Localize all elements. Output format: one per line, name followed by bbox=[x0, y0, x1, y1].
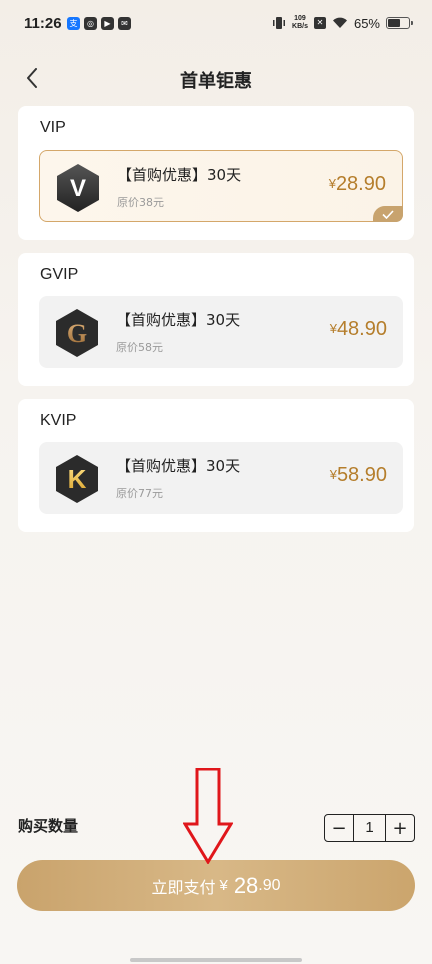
alipay-icon: 支 bbox=[67, 17, 80, 30]
currency-symbol: ¥ bbox=[329, 467, 337, 482]
plan-price: ¥28.90 bbox=[329, 173, 386, 196]
battery-icon bbox=[386, 17, 413, 29]
gvip-badge-icon: G bbox=[56, 309, 98, 357]
increment-button[interactable]: + bbox=[386, 815, 414, 841]
plan-option-gvip[interactable]: G 【首购优惠】30天 原价58元 ¥48.90 bbox=[39, 296, 403, 368]
quantity-stepper: − 1 + bbox=[324, 814, 415, 842]
card-title: VIP bbox=[40, 119, 66, 136]
plan-price: ¥48.90 bbox=[330, 318, 387, 341]
plan-option-kvip[interactable]: K 【首购优惠】30天 原价77元 ¥58.90 bbox=[39, 442, 403, 514]
no-sim-icon: ✕ bbox=[313, 17, 326, 29]
quantity-label: 购买数量 bbox=[18, 817, 79, 835]
membership-card-vip: VIP V 【首购优惠】30天 原价38元 ¥28.90 bbox=[18, 106, 414, 240]
plan-name: 【首购优惠】30天 bbox=[117, 166, 242, 184]
vibrate-icon bbox=[273, 17, 286, 29]
price-value: 28.90 bbox=[335, 173, 386, 195]
pay-label: 立即支付 bbox=[151, 877, 216, 897]
net-speed: 109 KB/s bbox=[292, 15, 308, 30]
membership-card-kvip: KVIP K 【首购优惠】30天 原价77元 ¥58.90 bbox=[18, 399, 414, 532]
quantity-value[interactable]: 1 bbox=[353, 815, 386, 841]
badge-letter: K bbox=[68, 464, 87, 494]
status-right: 109 KB/s ✕ 65% bbox=[272, 15, 413, 31]
card-title: GVIP bbox=[40, 266, 79, 283]
kvip-badge-icon: K bbox=[56, 455, 98, 503]
app-notification-icon: ◎ bbox=[84, 17, 97, 30]
pay-amount-dec: .90 bbox=[258, 876, 281, 894]
price-value: 48.90 bbox=[336, 318, 387, 340]
page-title: 首单钜惠 bbox=[180, 71, 252, 92]
original-price: 原价38元 bbox=[117, 196, 164, 209]
currency-symbol: ¥ bbox=[329, 321, 337, 336]
decrement-button[interactable]: − bbox=[325, 815, 353, 841]
vip-badge-icon: V bbox=[57, 164, 99, 212]
wifi-icon bbox=[332, 17, 347, 28]
plan-price: ¥58.90 bbox=[330, 464, 387, 487]
message-app-icon: ✉ bbox=[118, 17, 131, 30]
status-bar: 11:26 支 ◎ ▶ ✉ 109 KB/s ✕ 65% bbox=[0, 0, 432, 50]
video-app-icon: ▶ bbox=[101, 17, 114, 30]
card-title: KVIP bbox=[40, 412, 77, 429]
original-price: 原价77元 bbox=[116, 487, 163, 500]
price-value: 58.90 bbox=[336, 464, 387, 486]
currency-symbol: ¥ bbox=[328, 176, 336, 191]
battery-fill bbox=[388, 19, 401, 27]
badge-letter: G bbox=[67, 319, 87, 348]
notification-icons: 支 ◎ ▶ ✉ bbox=[67, 17, 131, 30]
red-down-arrow-icon bbox=[183, 768, 233, 864]
plan-name: 【首购优惠】30天 bbox=[116, 457, 241, 475]
status-time: 11:26 bbox=[24, 15, 62, 32]
original-price: 原价58元 bbox=[116, 341, 163, 354]
membership-card-gvip: GVIP G 【首购优惠】30天 原价58元 ¥48.90 bbox=[18, 253, 414, 386]
badge-letter: V bbox=[70, 175, 86, 202]
battery-percent: 65% bbox=[353, 15, 380, 31]
plan-name: 【首购优惠】30天 bbox=[116, 311, 241, 329]
home-indicator[interactable] bbox=[130, 958, 302, 962]
pay-amount-int: 28 bbox=[233, 872, 259, 898]
pay-now-button[interactable]: 立即支付 ¥ 28.90 bbox=[17, 860, 415, 911]
selected-check-icon bbox=[373, 206, 403, 222]
pay-currency: ¥ bbox=[219, 877, 228, 894]
plan-option-vip[interactable]: V 【首购优惠】30天 原价38元 ¥28.90 bbox=[39, 150, 403, 222]
header: 首单钜惠 bbox=[0, 58, 432, 98]
